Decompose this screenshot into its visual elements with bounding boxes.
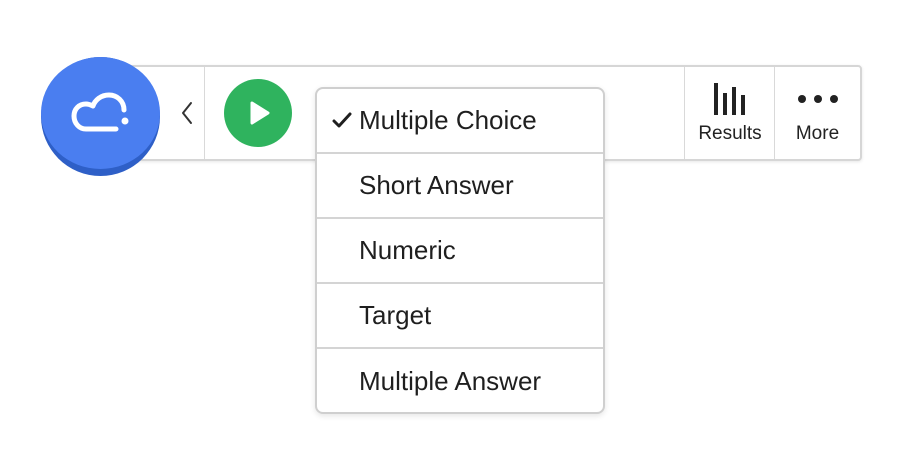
- menu-item-label: Multiple Choice: [359, 105, 537, 135]
- play-button[interactable]: [224, 79, 292, 147]
- menu-item-label: Multiple Answer: [359, 366, 542, 396]
- results-button[interactable]: Results: [686, 67, 774, 159]
- more-dots-icon: [797, 95, 838, 103]
- toolbar-divider: [204, 67, 205, 159]
- menu-item-label: Numeric: [359, 235, 456, 265]
- app-logo-button[interactable]: [41, 57, 160, 176]
- question-type-menu: Multiple Choice Short Answer Numeric Tar…: [315, 87, 605, 414]
- menu-item-short-answer[interactable]: Short Answer: [317, 154, 603, 219]
- play-icon: [250, 101, 270, 125]
- cloud-icon: [71, 92, 128, 132]
- menu-item-target[interactable]: Target: [317, 284, 603, 349]
- more-button[interactable]: More: [775, 67, 860, 159]
- toolbar-divider: [684, 67, 685, 159]
- checkmark-icon: [332, 112, 352, 128]
- logo-face: [41, 57, 160, 169]
- back-button[interactable]: [172, 67, 202, 159]
- more-label: More: [795, 123, 840, 144]
- results-label: Results: [698, 123, 762, 144]
- menu-item-multiple-choice[interactable]: Multiple Choice: [317, 89, 603, 154]
- menu-item-label: Target: [359, 300, 432, 330]
- menu-item-multiple-answer[interactable]: Multiple Answer: [317, 349, 603, 412]
- bar-chart-icon: [714, 83, 745, 115]
- chevron-left-icon: [182, 102, 192, 124]
- menu-item-numeric[interactable]: Numeric: [317, 219, 603, 284]
- menu-item-label: Short Answer: [359, 170, 514, 200]
